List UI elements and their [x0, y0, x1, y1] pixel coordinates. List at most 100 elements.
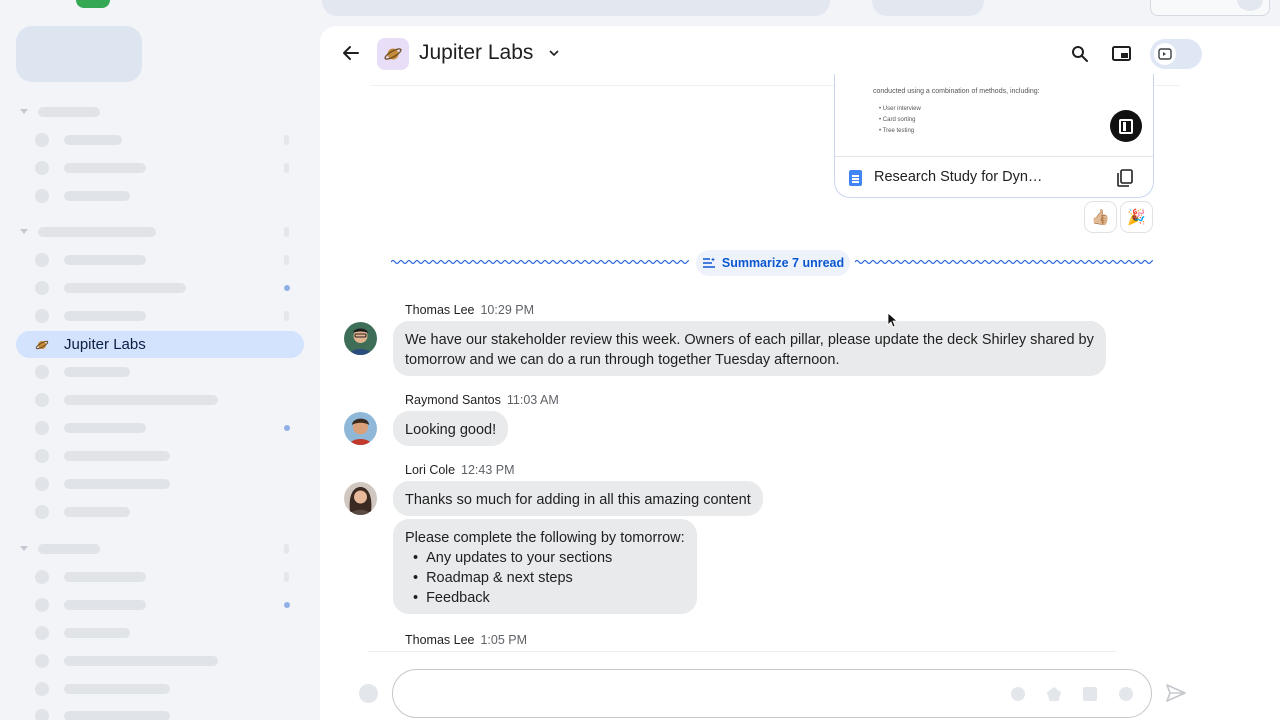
list-item: Any updates to your sections — [405, 548, 685, 568]
account-area[interactable] — [1150, 0, 1270, 16]
sidebar-item[interactable] — [0, 421, 320, 435]
message-time: 12:43 PM — [461, 463, 515, 477]
message-header: Raymond Santos 11:03 AM — [405, 393, 559, 407]
message-text: Thanks so much for adding in all this am… — [405, 492, 751, 508]
sidebar-item[interactable] — [0, 365, 320, 379]
caret-down-icon — [20, 229, 28, 234]
sidebar-item-jupiter-labs[interactable]: Jupiter Labs — [16, 331, 304, 358]
sidebar-item[interactable] — [0, 570, 320, 584]
emoji-icon[interactable] — [1011, 687, 1025, 701]
message-list: Any updates to your sections Roadmap & n… — [405, 548, 685, 608]
copy-icon[interactable] — [1117, 169, 1133, 187]
message-header: Lori Cole 12:43 PM — [405, 463, 515, 477]
message-bubble[interactable]: Please complete the following by tomorro… — [393, 519, 697, 614]
google-docs-icon — [849, 170, 862, 186]
message-text: Looking good! — [405, 422, 497, 438]
planet-icon — [35, 338, 49, 352]
planet-icon — [384, 48, 402, 60]
message-text: Please complete the following by tomorro… — [405, 530, 685, 546]
sidebar-item[interactable] — [0, 477, 320, 491]
chevron-down-icon[interactable] — [548, 47, 560, 59]
message-bubble[interactable]: Thanks so much for adding in all this am… — [393, 481, 763, 516]
sidebar: Jupiter Labs — [0, 0, 320, 720]
sidebar-item[interactable] — [0, 654, 320, 668]
list-item: User interview — [879, 104, 921, 115]
composer-divider — [368, 651, 1116, 652]
sender-name[interactable]: Lori Cole — [405, 463, 455, 477]
unread-dot — [284, 602, 290, 608]
page-title[interactable]: Jupiter Labs — [419, 41, 533, 65]
more-options-icon[interactable] — [1119, 687, 1133, 701]
message-text: tomorrow and we can do a run through tog… — [405, 352, 840, 368]
sidebar-section-header[interactable] — [0, 226, 320, 238]
sidebar-item[interactable] — [0, 161, 320, 175]
sidebar-item[interactable] — [0, 626, 320, 640]
upload-icon[interactable] — [1083, 687, 1097, 701]
mouse-cursor-icon — [887, 312, 898, 328]
list-item: Feedback — [405, 588, 685, 608]
sender-name[interactable]: Raymond Santos — [405, 393, 501, 407]
sender-name[interactable]: Thomas Lee — [405, 303, 474, 317]
unread-divider-left — [391, 259, 689, 265]
picture-in-picture-icon[interactable] — [1112, 46, 1131, 61]
back-arrow-icon[interactable] — [340, 42, 362, 64]
search-bar-placeholder[interactable] — [322, 0, 830, 16]
sidebar-item[interactable] — [0, 505, 320, 519]
message-bubble[interactable]: Looking good! — [393, 411, 509, 446]
send-icon[interactable] — [1165, 683, 1187, 703]
sidebar-item[interactable] — [0, 189, 320, 203]
avatar[interactable] — [1237, 0, 1263, 11]
reaction-thumbs-up[interactable]: 👍🏼 — [1084, 201, 1117, 233]
summarize-unread-button[interactable]: Summarize 7 unread — [696, 250, 850, 276]
avatar[interactable] — [344, 412, 377, 445]
attachment-footer[interactable]: Research Study for Dyn… — [835, 156, 1153, 197]
message-bubble[interactable]: We have our stakeholder review this week… — [393, 321, 1106, 376]
chat-panel: Jupiter Labs conducted using a combinati… — [320, 26, 1280, 720]
doc-preview[interactable]: conducted using a combination of methods… — [835, 74, 1153, 156]
sidebar-item[interactable] — [0, 309, 320, 323]
sidebar-item[interactable] — [0, 598, 320, 612]
unread-dot — [284, 285, 290, 291]
sidebar-item[interactable] — [0, 682, 320, 696]
search-icon[interactable] — [1071, 45, 1089, 63]
message-text: We have our stakeholder review this week… — [405, 332, 1094, 348]
attachment-file-name[interactable]: Research Study for Dyn… — [874, 169, 1042, 185]
doc-preview-text: conducted using a combination of methods… — [873, 88, 1040, 95]
sidebar-section-header[interactable] — [0, 106, 320, 118]
attachment-card[interactable]: conducted using a combination of methods… — [834, 74, 1154, 198]
list-item: Roadmap & next steps — [405, 568, 685, 588]
open-panel-button[interactable] — [1110, 110, 1142, 142]
sidebar-item[interactable] — [0, 449, 320, 463]
avatar[interactable] — [344, 482, 377, 515]
room-avatar — [377, 38, 409, 70]
sidebar-item[interactable] — [0, 393, 320, 407]
message-time: 10:29 PM — [480, 303, 534, 317]
caret-down-icon — [20, 109, 28, 114]
sidebar-item[interactable] — [0, 281, 320, 295]
sender-name[interactable]: Thomas Lee — [405, 633, 474, 647]
caret-down-icon — [20, 546, 28, 551]
message-header: Thomas Lee 1:05 PM — [405, 633, 527, 647]
unread-divider-right — [855, 259, 1153, 265]
avatar[interactable] — [344, 322, 377, 355]
gif-icon[interactable] — [1047, 687, 1061, 701]
message-input[interactable] — [392, 669, 1152, 718]
sidebar-section-header[interactable] — [0, 543, 320, 555]
reaction-party[interactable]: 🎉 — [1120, 201, 1153, 233]
list-item: Card sorting — [879, 115, 921, 126]
sidebar-item[interactable] — [0, 253, 320, 267]
new-chat-button[interactable] — [16, 26, 142, 82]
summarize-icon — [702, 257, 715, 268]
list-item: Tree testing — [879, 126, 921, 137]
summarize-label: Summarize 7 unread — [721, 256, 845, 270]
status-pill-placeholder[interactable] — [872, 0, 984, 16]
sidebar-item[interactable] — [0, 709, 320, 720]
sidebar-item[interactable] — [0, 133, 320, 147]
add-attachment-button[interactable] — [359, 684, 378, 703]
side-panel-icon — [1119, 118, 1133, 134]
unread-dot — [284, 425, 290, 431]
video-call-toggle[interactable] — [1150, 39, 1202, 69]
message-time: 11:03 AM — [506, 393, 559, 407]
message-header: Thomas Lee 10:29 PM — [405, 303, 534, 317]
message-time: 1:05 PM — [480, 633, 528, 647]
